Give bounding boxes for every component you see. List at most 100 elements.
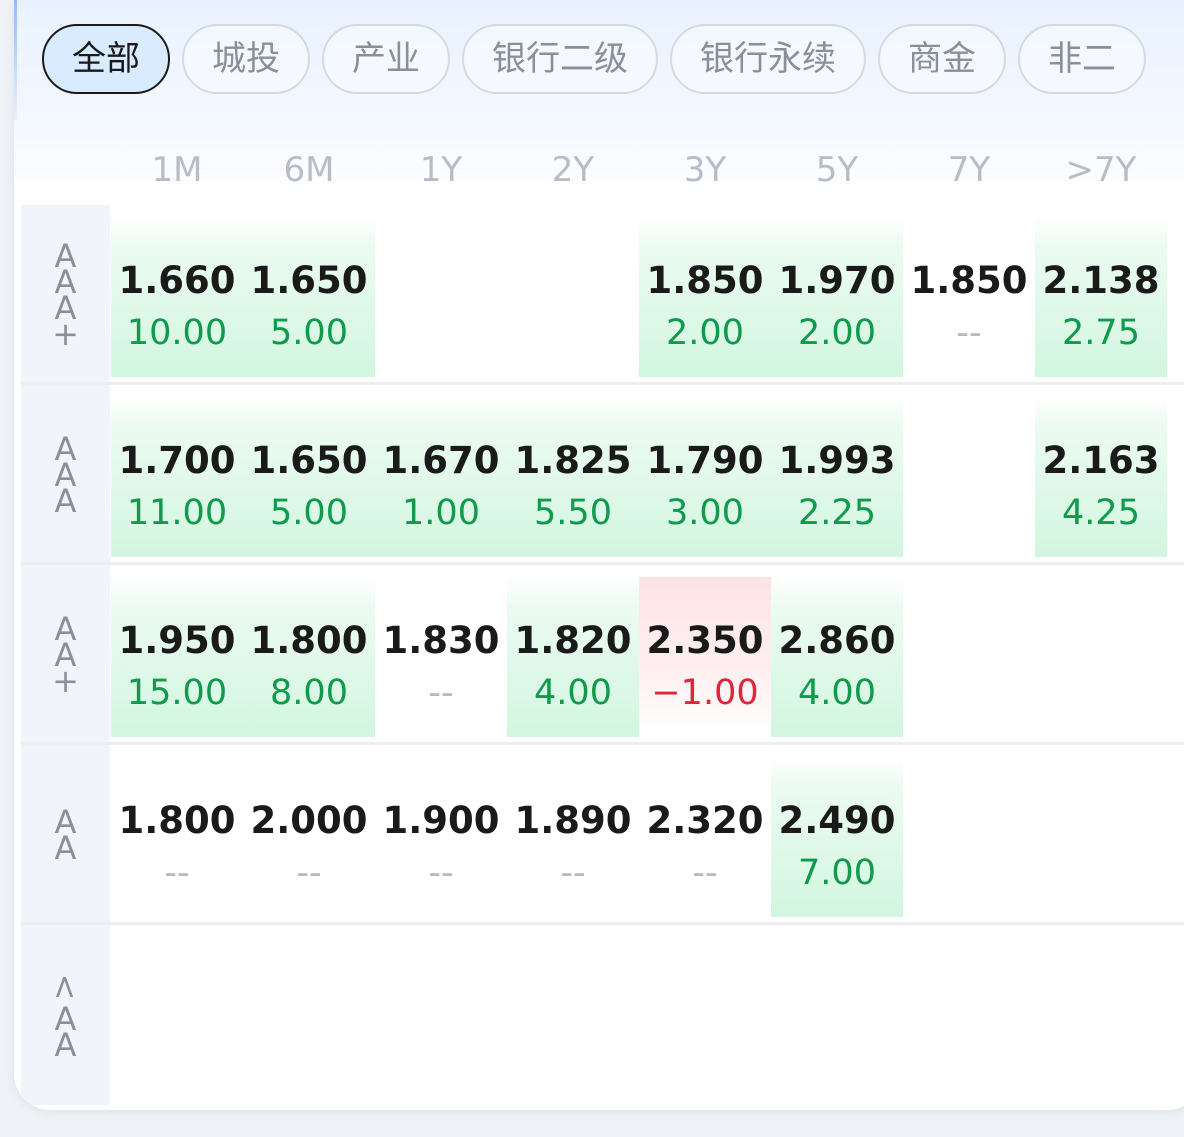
yield-cell[interactable]: 2.350 −1.00 xyxy=(639,577,771,737)
yield-cell[interactable]: 1.970 2.00 xyxy=(771,217,903,377)
change-value: 5.00 xyxy=(270,493,348,533)
yield-cell[interactable]: 1.700 11.00 xyxy=(111,397,243,557)
yield-cell[interactable]: 1.890 -- xyxy=(507,757,639,917)
grade-label: A A A + xyxy=(52,237,79,353)
change-value: -- xyxy=(164,853,190,893)
yield-cell[interactable]: 1.800 8.00 xyxy=(243,577,375,737)
change-value: 4.25 xyxy=(1062,493,1140,533)
yield-cell[interactable]: 1.950 15.00 xyxy=(111,577,243,737)
yield-value: 2.000 xyxy=(250,799,368,842)
yield-value: 2.490 xyxy=(778,799,896,842)
tenor-header: >7Y xyxy=(1065,150,1137,190)
tab-3[interactable]: 银行二级 xyxy=(462,24,658,94)
yield-cell[interactable]: 1.800 -- xyxy=(111,757,243,917)
yield-cell[interactable]: 1.850 -- xyxy=(903,217,1035,377)
yield-value: 1.900 xyxy=(382,799,500,842)
change-value: 4.00 xyxy=(534,673,612,713)
category-tabs: 全部 城投 产业 银行二级 银行永续 商金 非二 xyxy=(42,24,1167,96)
tab-1[interactable]: 城投 xyxy=(182,24,310,94)
yield-cell[interactable]: 1.650 5.00 xyxy=(243,217,375,377)
yield-value: 1.890 xyxy=(514,799,632,842)
change-value: 1.00 xyxy=(402,493,480,533)
yield-cell[interactable]: 2.860 4.00 xyxy=(771,577,903,737)
tab-2[interactable]: 产业 xyxy=(322,24,450,94)
yield-cell[interactable]: 2.000 -- xyxy=(243,757,375,917)
tab-0[interactable]: 全部 xyxy=(42,24,170,94)
yield-value: 2.860 xyxy=(778,619,896,662)
change-value: 2.75 xyxy=(1062,313,1140,353)
yield-cell[interactable]: 1.660 10.00 xyxy=(111,217,243,377)
change-value: 8.00 xyxy=(270,673,348,713)
yield-value: 1.670 xyxy=(382,439,500,482)
yield-value: 1.650 xyxy=(250,259,368,302)
row-divider xyxy=(21,562,1184,565)
yield-value: 1.650 xyxy=(250,439,368,482)
yield-value: 1.850 xyxy=(910,259,1028,302)
change-value: 10.00 xyxy=(126,313,228,353)
tab-4[interactable]: 银行永续 xyxy=(670,24,866,94)
yield-cell[interactable]: 1.650 5.00 xyxy=(243,397,375,557)
yield-value: 2.163 xyxy=(1042,439,1160,482)
yield-cell[interactable]: 2.320 -- xyxy=(639,757,771,917)
yield-cell[interactable]: 1.825 5.50 xyxy=(507,397,639,557)
grade-label: AA xyxy=(54,803,77,867)
change-value: 11.00 xyxy=(126,493,228,533)
yield-value: 1.800 xyxy=(250,619,368,662)
row-divider xyxy=(21,382,1184,385)
yield-cell[interactable]: 1.850 2.00 xyxy=(639,217,771,377)
yield-value: 2.320 xyxy=(646,799,764,842)
yield-value: 1.830 xyxy=(382,619,500,662)
change-value: −1.00 xyxy=(651,673,759,713)
yield-value: 1.700 xyxy=(118,439,236,482)
change-value: -- xyxy=(560,853,586,893)
yield-value: 1.820 xyxy=(514,619,632,662)
yield-cell[interactable]: 1.820 4.00 xyxy=(507,577,639,737)
yield-value: 1.660 xyxy=(118,259,236,302)
yield-value: 1.825 xyxy=(514,439,632,482)
row-divider xyxy=(21,922,1184,925)
yield-cell[interactable]: 2.163 4.25 xyxy=(1035,397,1167,557)
yield-value: 1.800 xyxy=(118,799,236,842)
yield-value: 1.850 xyxy=(646,259,764,302)
row-divider xyxy=(21,742,1184,745)
tab-5[interactable]: 商金 xyxy=(878,24,1006,94)
tenor-header: 1Y xyxy=(419,150,463,190)
change-value: -- xyxy=(692,853,718,893)
yield-value: 1.950 xyxy=(118,619,236,662)
yield-cell[interactable]: 1.790 3.00 xyxy=(639,397,771,557)
yield-matrix-card: 全部 城投 产业 银行二级 银行永续 商金 非二 1M 6M 1Y 2Y 3Y 5Y 7Y >7Y AAA… xyxy=(14,0,1184,1110)
yield-value: 1.970 xyxy=(778,259,896,302)
grade-label: A A + xyxy=(52,610,79,700)
tenor-header: 2Y xyxy=(551,150,595,190)
change-value: 7.00 xyxy=(798,853,876,893)
change-value: 15.00 xyxy=(126,673,228,713)
change-value: 2.25 xyxy=(798,493,876,533)
change-value: -- xyxy=(428,853,454,893)
tenor-header: 6M xyxy=(283,150,335,190)
yield-cell[interactable]: 1.830 -- xyxy=(375,577,507,737)
yield-value: 1.993 xyxy=(778,439,896,482)
yield-cell[interactable]: 1.993 2.25 xyxy=(771,397,903,557)
yield-value: 2.350 xyxy=(646,619,764,662)
tab-6[interactable]: 非二 xyxy=(1018,24,1146,94)
tenor-header: 7Y xyxy=(947,150,991,190)
yield-value: 1.790 xyxy=(646,439,764,482)
grade-label: < A A xyxy=(46,973,85,1064)
change-value: 3.00 xyxy=(666,493,744,533)
change-value: -- xyxy=(428,673,454,713)
yield-cell[interactable]: 1.670 1.00 xyxy=(375,397,507,557)
change-value: 5.00 xyxy=(270,313,348,353)
yield-cell[interactable]: 1.900 -- xyxy=(375,757,507,917)
yield-cell[interactable]: 2.138 2.75 xyxy=(1035,217,1167,377)
change-value: 4.00 xyxy=(798,673,876,713)
yield-value: 2.138 xyxy=(1042,259,1160,302)
change-value: -- xyxy=(956,313,982,353)
tenor-header: 5Y xyxy=(815,150,859,190)
change-value: -- xyxy=(296,853,322,893)
tenor-header: 1M xyxy=(151,150,203,190)
yield-cell[interactable]: 2.490 7.00 xyxy=(771,757,903,917)
change-value: 2.00 xyxy=(798,313,876,353)
change-value: 5.50 xyxy=(534,493,612,533)
grade-label: AAA xyxy=(54,430,77,520)
tenor-header: 3Y xyxy=(683,150,727,190)
